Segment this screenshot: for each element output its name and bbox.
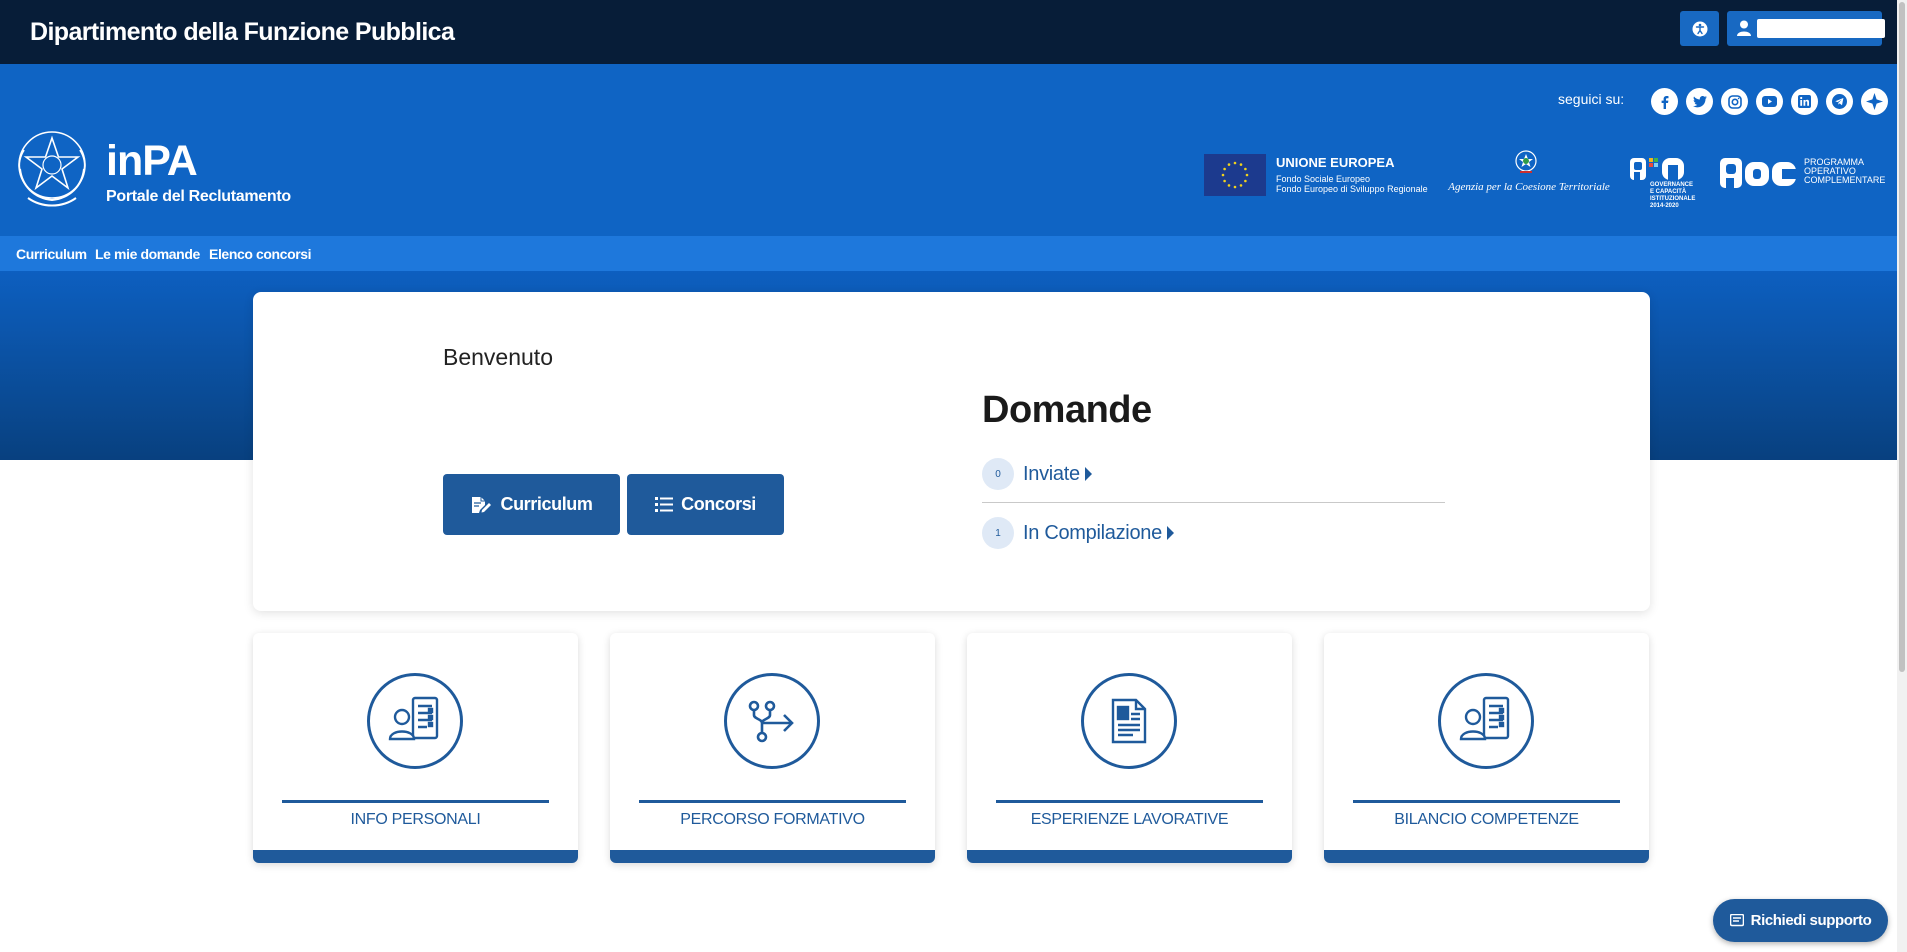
tile-rule bbox=[996, 800, 1263, 803]
person-document-icon bbox=[1438, 673, 1534, 769]
tile-rule bbox=[639, 800, 906, 803]
caret-right-icon bbox=[1084, 467, 1092, 481]
top-bar: Dipartimento della Funzione Pubblica bbox=[0, 0, 1907, 64]
tile-bottom-bar bbox=[1324, 850, 1649, 863]
tile-bottom-bar bbox=[253, 850, 578, 863]
header: seguici su: inPA Portale del Reclutament… bbox=[0, 64, 1907, 236]
domande-inviate-row[interactable]: 0 Inviate bbox=[982, 458, 1092, 490]
pon-subtitle: GOVERNANCE E CAPACITÀ ISTITUZIONALE 2014… bbox=[1650, 182, 1696, 209]
twitter-icon[interactable] bbox=[1686, 88, 1713, 115]
edit-document-icon bbox=[472, 496, 492, 513]
eu-fund-line-1: Fondo Sociale Europeo bbox=[1276, 174, 1371, 184]
scrollbar-thumb[interactable] bbox=[1899, 2, 1905, 672]
brand-subtitle: Portale del Reclutamento bbox=[106, 188, 291, 205]
italian-emblem-icon bbox=[1515, 150, 1537, 173]
divider bbox=[982, 502, 1445, 503]
concorsi-button[interactable]: Concorsi bbox=[627, 474, 784, 535]
domande-in-compilazione-link[interactable]: In Compilazione bbox=[1023, 522, 1162, 545]
org-name[interactable]: Dipartimento della Funzione Pubblica bbox=[30, 18, 455, 47]
tile-percorso-formativo[interactable]: PERCORSO FORMATIVO bbox=[610, 633, 935, 863]
tile-label: INFO PERSONALI bbox=[350, 811, 481, 828]
nav-item-curriculum[interactable]: Curriculum bbox=[16, 246, 87, 262]
person-document-icon bbox=[367, 673, 463, 769]
brand-name[interactable]: inPA bbox=[106, 137, 198, 186]
nav-item-elenco-concorsi[interactable]: Elenco concorsi bbox=[209, 246, 312, 262]
telegram-icon[interactable] bbox=[1826, 88, 1853, 115]
support-button[interactable]: Richiedi supporto bbox=[1713, 899, 1888, 942]
youtube-icon[interactable] bbox=[1756, 88, 1783, 115]
list-icon bbox=[655, 497, 674, 512]
domande-in-compilazione-row[interactable]: 1 In Compilazione bbox=[982, 517, 1174, 549]
accessibility-button[interactable] bbox=[1680, 11, 1719, 46]
chevron-down-icon bbox=[1863, 26, 1873, 31]
star-icon[interactable] bbox=[1861, 88, 1888, 115]
tile-bottom-bar bbox=[967, 850, 1292, 863]
main-nav: Curriculum Le mie domande Elenco concors… bbox=[0, 236, 1907, 271]
welcome-card: Benvenuto Curriculum Concorsi Domande 0 … bbox=[253, 292, 1650, 611]
vertical-scrollbar[interactable] bbox=[1897, 0, 1907, 952]
user-menu-button[interactable] bbox=[1727, 11, 1885, 46]
caret-right-icon bbox=[1166, 526, 1174, 540]
facebook-icon[interactable] bbox=[1651, 88, 1678, 115]
tile-label: PERCORSO FORMATIVO bbox=[680, 811, 865, 828]
instagram-icon[interactable] bbox=[1721, 88, 1748, 115]
eu-flag-icon bbox=[1204, 154, 1266, 196]
domande-title: Domande bbox=[982, 389, 1152, 431]
linkedin-icon[interactable] bbox=[1791, 88, 1818, 115]
tile-info-personali[interactable]: INFO PERSONALI bbox=[253, 633, 578, 863]
tile-esperienze-lavorative[interactable]: ESPERIENZE LAVORATIVE bbox=[967, 633, 1292, 863]
curriculum-button-label: Curriculum bbox=[500, 494, 593, 514]
eu-fund-line-2: Fondo Europeo di Sviluppo Regionale bbox=[1276, 184, 1428, 194]
tile-label: ESPERIENZE LAVORATIVE bbox=[1030, 811, 1229, 828]
user-icon bbox=[1737, 20, 1751, 36]
poc-subtitle: PROGRAMMA OPERATIVO COMPLEMENTARE bbox=[1804, 157, 1886, 185]
tile-bilancio-competenze[interactable]: BILANCIO COMPETENZE bbox=[1324, 633, 1649, 863]
pon-logo-icon bbox=[1630, 158, 1684, 180]
tile-bottom-bar bbox=[610, 850, 935, 863]
follow-label: seguici su: bbox=[1558, 91, 1625, 107]
path-arrow-icon bbox=[724, 673, 820, 769]
count-badge: 0 bbox=[982, 458, 1014, 490]
support-button-label: Richiedi supporto bbox=[1750, 912, 1872, 929]
welcome-greeting: Benvenuto bbox=[443, 344, 553, 370]
tile-rule bbox=[1353, 800, 1620, 803]
tile-label: BILANCIO COMPETENZE bbox=[1394, 811, 1579, 828]
republic-emblem-icon bbox=[18, 131, 86, 207]
domande-inviate-link[interactable]: Inviate bbox=[1023, 463, 1080, 486]
count-badge: 1 bbox=[982, 517, 1014, 549]
chat-icon bbox=[1729, 913, 1744, 926]
agency-name: Agenzia per la Coesione Territoriale bbox=[1448, 181, 1610, 193]
eu-title: UNIONE EUROPEA bbox=[1276, 155, 1395, 170]
concorsi-button-label: Concorsi bbox=[681, 494, 756, 514]
poc-logo-icon bbox=[1720, 158, 1796, 188]
accessibility-icon bbox=[1692, 21, 1707, 36]
document-icon bbox=[1081, 673, 1177, 769]
tile-rule bbox=[282, 800, 549, 803]
nav-item-le-mie-domande[interactable]: Le mie domande bbox=[95, 246, 200, 262]
curriculum-button[interactable]: Curriculum bbox=[443, 474, 620, 535]
